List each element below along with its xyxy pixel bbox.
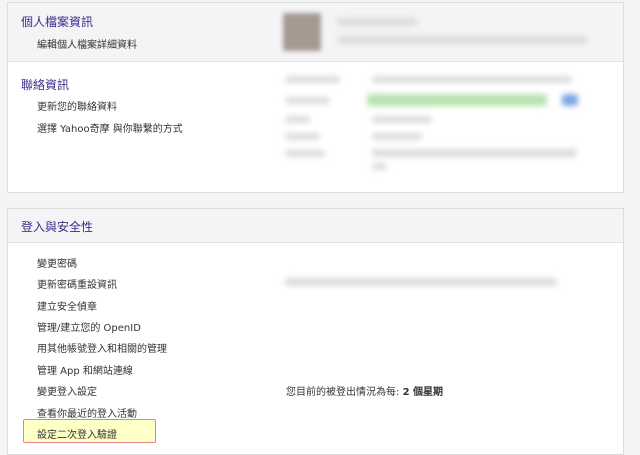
blurred-username <box>337 18 417 26</box>
update-contact-link[interactable]: 更新您的聯絡資料 <box>37 98 117 113</box>
blurred-contact-value <box>372 163 387 170</box>
two-step-verification-link[interactable]: 設定二次登入驗證 <box>37 426 117 441</box>
blurred-seal-status <box>285 278 557 286</box>
profile-section-title: 個人檔案資訊 <box>21 15 94 29</box>
other-accounts-link[interactable]: 用其他帳號登入和相關的管理 <box>37 340 167 355</box>
avatar <box>283 13 321 51</box>
blurred-contact-label <box>285 116 310 123</box>
blurred-contact-value <box>372 76 572 83</box>
change-signin-settings-link[interactable]: 變更登入設定 <box>37 383 97 398</box>
blurred-contact-label <box>285 133 320 140</box>
blurred-profile-details <box>337 36 587 44</box>
blurred-badge-icon <box>562 94 578 106</box>
create-security-seal-link[interactable]: 建立安全偵章 <box>37 298 97 313</box>
blurred-contact-value <box>372 133 422 140</box>
update-reset-info-link[interactable]: 更新密碼重設資訊 <box>37 276 117 291</box>
security-section-title: 登入與安全性 <box>21 220 94 234</box>
change-password-link[interactable]: 變更密碼 <box>37 255 77 270</box>
blurred-contact-label <box>285 76 340 83</box>
security-header-band <box>8 209 623 243</box>
blurred-contact-value <box>372 116 432 123</box>
edit-profile-link[interactable]: 編輯個人檔案詳細資料 <box>37 36 137 51</box>
signout-status-prefix: 您目前的被登出情況為每: <box>286 387 403 398</box>
recent-activity-link[interactable]: 查看你最近的登入活動 <box>37 405 137 420</box>
blurred-contact-label <box>285 97 330 104</box>
manage-apps-link[interactable]: 管理 App 和網站連線 <box>37 362 133 377</box>
signout-status: 您目前的被登出情況為每: 2 個星期 <box>286 383 443 398</box>
signout-status-value: 2 個星期 <box>402 387 444 398</box>
blurred-contact-label <box>285 150 325 157</box>
blurred-contact-value <box>372 149 577 157</box>
contact-preference-link[interactable]: 選擇 Yahoo奇摩 與你聯繫的方式 <box>37 120 183 135</box>
manage-openid-link[interactable]: 管理/建立您的 OpenID <box>37 319 141 334</box>
contact-section-title: 聯絡資訊 <box>21 78 70 92</box>
blurred-verified-bar <box>367 94 547 106</box>
